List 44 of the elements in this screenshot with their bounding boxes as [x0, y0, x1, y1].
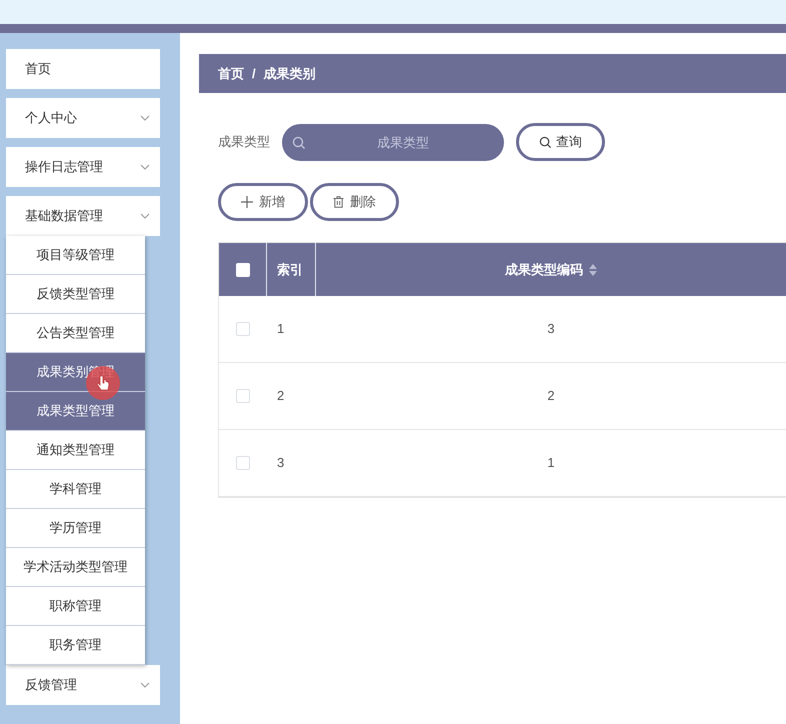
search-icon: [539, 136, 552, 148]
search-button[interactable]: 查询: [516, 123, 605, 161]
checkbox[interactable]: [236, 389, 250, 403]
menu-item[interactable]: 基础数据管理: [6, 196, 160, 236]
search-icon: [292, 136, 306, 150]
submenu-item[interactable]: 职称管理: [6, 587, 145, 626]
submenu-item[interactable]: 学历管理: [6, 509, 145, 548]
menu-item[interactable]: 首页: [6, 49, 160, 89]
menu-item[interactable]: 反馈管理: [6, 665, 160, 705]
table-cell-text: 2: [277, 387, 284, 406]
field-label: 成果类型: [218, 133, 270, 152]
plus-icon: [241, 196, 253, 208]
column-header: 索引: [267, 243, 316, 296]
submenu-item[interactable]: 公告类型管理: [6, 314, 145, 353]
table-cell-text: 1: [547, 454, 555, 472]
submenu-item[interactable]: 项目等级管理: [6, 236, 145, 275]
table-cell-text: 2: [547, 387, 555, 406]
menu-item[interactable]: 操作日志管理: [6, 147, 160, 187]
checkbox[interactable]: [236, 456, 250, 470]
chevron-down-icon: [140, 682, 150, 688]
delete-button[interactable]: 删除: [310, 183, 399, 221]
chevron-down-icon: [140, 213, 150, 219]
breadcrumb-item[interactable]: 首页: [218, 64, 244, 84]
checkbox[interactable]: [236, 262, 250, 276]
breadcrumb-separator: /: [252, 64, 256, 83]
sort-icon: [589, 264, 597, 276]
chevron-down-icon: [140, 115, 150, 121]
breadcrumb-item: 成果类别: [264, 64, 316, 83]
search-field[interactable]: 成果类型: [282, 124, 504, 160]
submenu-item[interactable]: 职务管理: [6, 626, 145, 665]
table-cell-text: 3: [277, 454, 284, 472]
checkbox[interactable]: [236, 322, 250, 336]
submenu-item[interactable]: 学术活动类型管理: [6, 548, 145, 587]
column-header[interactable]: 成果类型编码: [316, 243, 786, 296]
submenu-item[interactable]: 通知类型管理: [6, 431, 145, 470]
table-cell-text: 1: [277, 320, 284, 338]
submenu-item[interactable]: 反馈类型管理: [6, 275, 145, 314]
add-button[interactable]: 新增: [218, 183, 308, 221]
submenu-item[interactable]: 学科管理: [6, 470, 145, 509]
trash-icon: [333, 196, 344, 208]
menu-item[interactable]: 个人中心: [6, 98, 160, 138]
chevron-down-icon: [140, 164, 150, 170]
table-cell-text: 3: [547, 320, 555, 338]
submenu-item[interactable]: 成果类型管理: [6, 392, 145, 431]
